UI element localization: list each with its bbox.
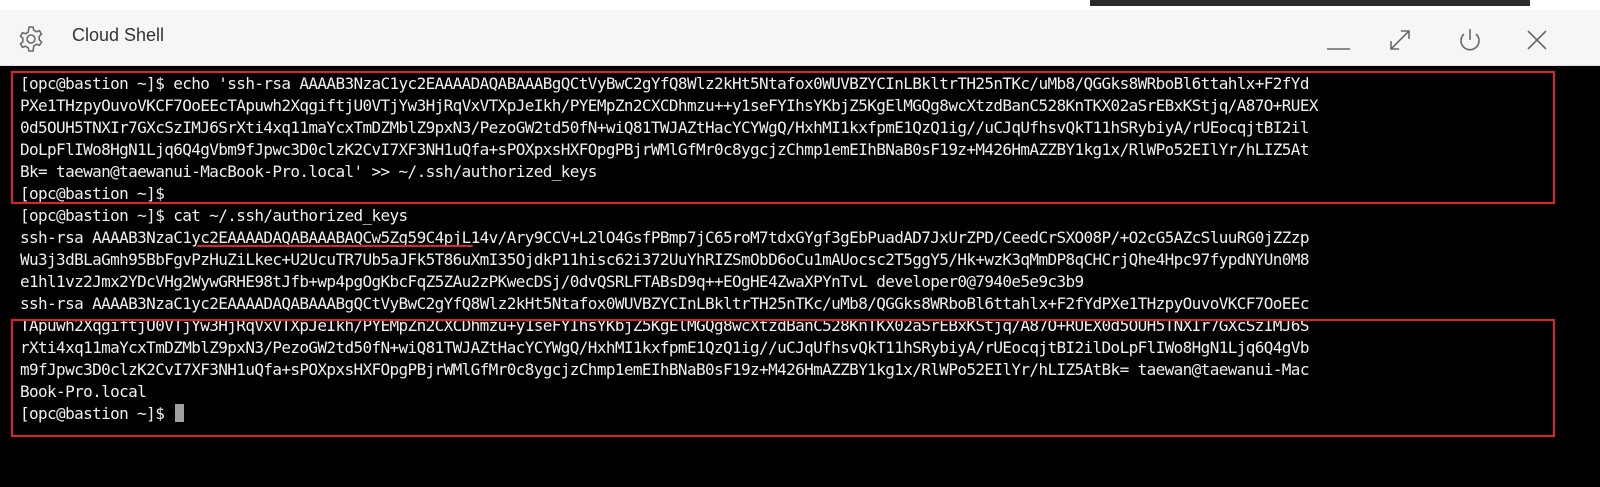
- terminal-line: e1hl1vz2Jmx2YDcVHg2WywGRHE98tJfb+wp4pgOg…: [20, 272, 1084, 291]
- window-title: Cloud Shell: [72, 25, 165, 45]
- terminal-line: 0d5OUH5TNXIr7GXcSzIMJ6SrXti4xq11maYcxTmD…: [20, 118, 1309, 137]
- maximize-icon: [1390, 30, 1410, 50]
- terminal-line: ssh-rsa AAAAB3NzaC1yc2EAAAADAQABAAABgQCt…: [20, 294, 1309, 313]
- terminal-prompt-line: [opc@bastion ~]$: [20, 403, 1600, 425]
- close-icon: [1527, 30, 1547, 50]
- terminal-line: TApuwh2XqgiftjU0VTjYw3HjRqVxVTXpJeIkh/PY…: [20, 316, 1309, 335]
- terminal-line: Book-Pro.local: [20, 382, 147, 401]
- cloud-shell-header: Cloud Shell: [0, 10, 1600, 66]
- terminal-line: DoLpFlIWo8HgN1Ljq6Q4gVbm9fJpwc3D0clzK2Cv…: [20, 140, 1309, 159]
- minimize-button[interactable]: [1318, 20, 1358, 60]
- terminal-line: PXe1THzpyOuvoVKCF7OoEEcTApuwh2XqgiftjU0V…: [20, 96, 1318, 115]
- restart-icon: [1460, 29, 1480, 51]
- terminal-line: Bk= taewan@taewanui-MacBook-Pro.local' >…: [20, 162, 597, 181]
- restart-button[interactable]: [1450, 20, 1490, 60]
- background-window-strip: [1090, 0, 1530, 6]
- maximize-button[interactable]: [1380, 20, 1420, 60]
- terminal-output[interactable]: [opc@bastion ~]$ echo 'ssh-rsa AAAAB3Nza…: [0, 66, 1600, 487]
- terminal-prompt: [opc@bastion ~]$: [20, 404, 174, 423]
- terminal-line: [opc@bastion ~]$ echo 'ssh-rsa AAAAB3Nza…: [20, 74, 1309, 93]
- close-button[interactable]: [1517, 20, 1557, 60]
- terminal-line: [opc@bastion ~]$: [20, 184, 165, 203]
- highlight-underline-cat: [197, 245, 473, 247]
- terminal-line: Wu3j3dBLaGmh95BbFgvPzHuZiLkec+U2UcuTR7Ub…: [20, 250, 1309, 269]
- cloud-shell-window: Cloud Shell [opc@bastion ~]$ echo 'ssh-r…: [0, 0, 1600, 487]
- terminal-cursor: [175, 404, 185, 422]
- top-strip: [0, 0, 1600, 10]
- terminal-line: m9fJpwc3D0clzK2CvI7XF3NH1uQfa+sPOXpxsHXF…: [20, 360, 1309, 379]
- gear-icon[interactable]: [16, 24, 46, 54]
- minimize-icon: [1327, 48, 1350, 50]
- terminal-line: rXti4xq11maYcxTmDZMblZ9pxN3/PezoGW2td50f…: [20, 338, 1309, 357]
- terminal-line: [opc@bastion ~]$ cat ~/.ssh/authorized_k…: [20, 206, 408, 225]
